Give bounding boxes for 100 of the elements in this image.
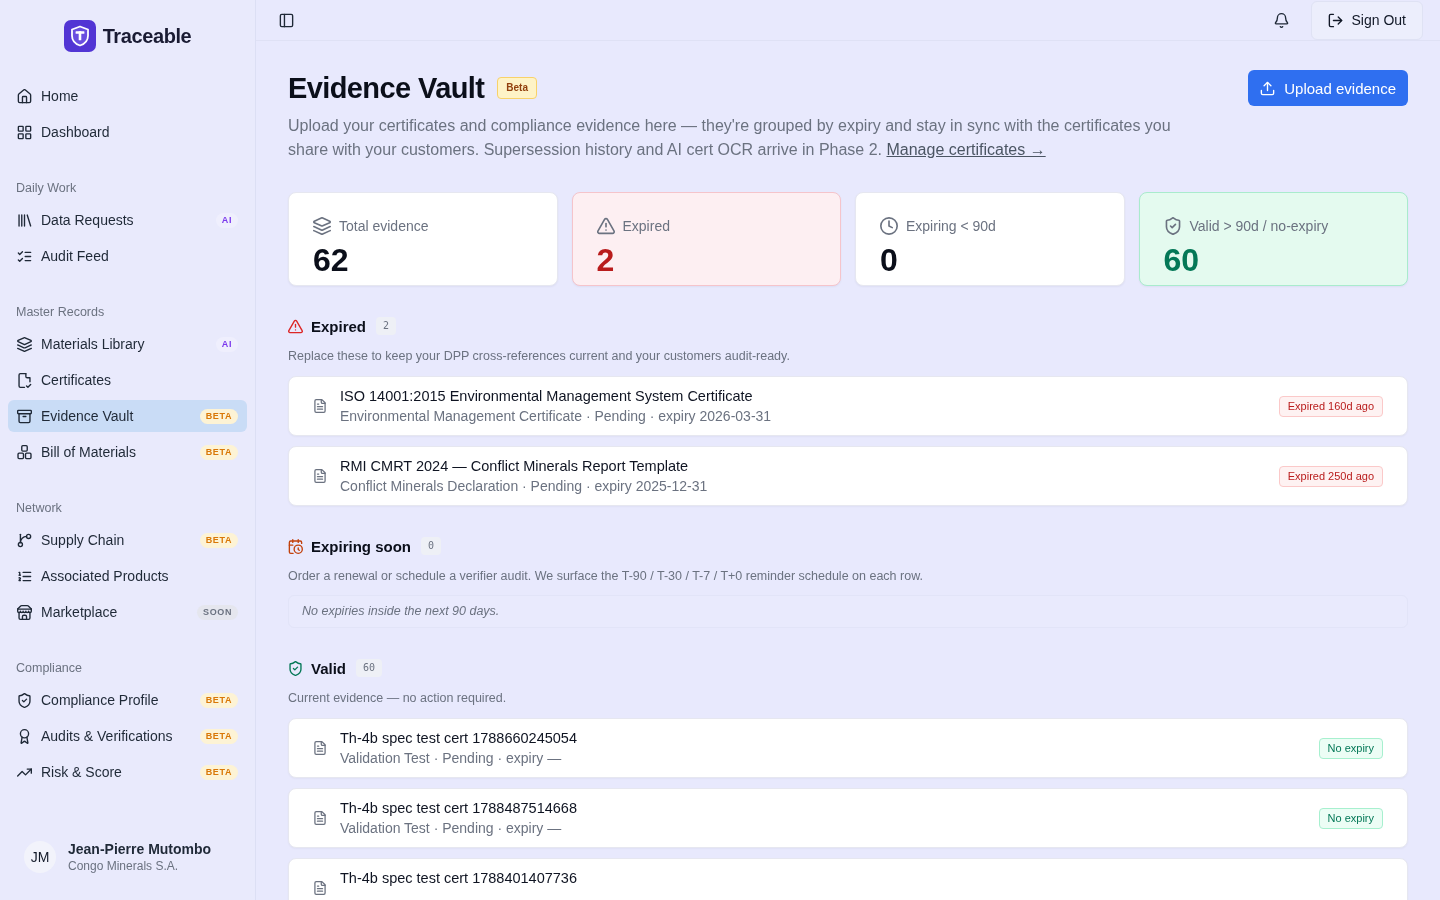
document-icon <box>313 741 327 755</box>
evidence-title: Th-4b spec test cert 1788401407736 <box>340 869 578 888</box>
branch-icon <box>17 532 32 548</box>
checklist-icon <box>17 248 32 264</box>
nav-section-label: Network <box>15 500 63 516</box>
beta-badge: Beta <box>497 77 537 99</box>
beta-badge: BETA <box>199 444 238 460</box>
nav-item[interactable]: Bill of Materials BETA <box>8 436 247 468</box>
upload-evidence-button[interactable]: Upload evidence <box>1248 70 1408 106</box>
ai-badge: AI <box>215 336 238 352</box>
nav-item[interactable]: Associated Products <box>8 560 247 592</box>
section-title: Expiring soon <box>311 537 411 555</box>
shield-logo-icon <box>63 20 96 52</box>
section-description: Order a renewal or schedule a verifier audit. We surface the T-90 / T-30 / T-7 / T+0 reminder schedule on each row. <box>288 568 924 585</box>
books-icon <box>17 212 32 228</box>
nav-item[interactable]: Evidence Vault BETA <box>8 400 247 432</box>
page-description: Upload your certificates and compliance evidence here — they're grouped by expiry and stay in sync with the certificates you share with your customers. Supersession history and AI cert OCR arrive in Phase 2. Manage certificates → <box>288 116 1172 160</box>
evidence-details: Validation Test · Pending · expiry — <box>340 819 563 838</box>
shield-check-icon <box>17 692 32 708</box>
evidence-details: Validation Test · Pending · expiry — <box>340 749 563 768</box>
nav-item[interactable]: Marketplace SOON <box>8 596 247 628</box>
nav-section-label: Daily Work <box>15 180 78 196</box>
user-avatar: JM <box>24 841 56 873</box>
document-icon <box>313 469 327 483</box>
section-description: Replace these to keep your DPP cross-references current and your customers audit-ready. <box>288 348 791 365</box>
nav-item[interactable]: Compliance Profile BETA <box>8 684 247 716</box>
sign-out-button[interactable]: Sign Out <box>1310 0 1423 40</box>
section-description: Current evidence — no action required. <box>288 690 508 707</box>
beta-badge: BETA <box>199 532 238 548</box>
section-title: Valid <box>311 659 347 677</box>
section-title: Expired <box>311 317 367 335</box>
stat-value: 0 <box>880 244 899 276</box>
bell-icon <box>1273 12 1289 28</box>
nav-item[interactable]: Risk & Score BETA <box>8 756 247 788</box>
nav-item[interactable]: Audits & Verifications BETA <box>8 720 247 752</box>
ribbon-icon <box>17 728 32 744</box>
stat-label: Expired <box>622 218 670 234</box>
document-icon <box>313 811 327 825</box>
nav-item[interactable]: Materials Library AI <box>8 328 247 360</box>
store-icon <box>17 604 32 620</box>
page-title: Evidence Vault <box>288 71 485 106</box>
layers-icon <box>17 336 32 352</box>
document-icon <box>17 372 32 388</box>
layers-icon <box>313 217 331 235</box>
archive-box-icon <box>17 408 32 424</box>
upload-icon <box>1260 80 1276 96</box>
status-badge: No expiry <box>1318 737 1383 759</box>
nav-section-label: Master Records <box>15 304 106 320</box>
stat-label: Valid > 90d / no-expiry <box>1189 218 1329 234</box>
clock-icon <box>880 217 898 235</box>
sign-out-icon <box>1327 12 1343 28</box>
document-icon <box>313 399 327 413</box>
evidence-details: Conflict Minerals Declaration · Pending · expiry 2025-12-31 <box>340 477 709 496</box>
warning-icon <box>288 318 303 334</box>
count-badge: 60 <box>356 659 383 677</box>
home-icon <box>17 88 32 104</box>
nav-item[interactable]: Certificates <box>8 364 247 396</box>
beta-badge: BETA <box>199 764 238 780</box>
organization-name: Congo Minerals S.A. <box>68 858 180 874</box>
warning-icon <box>596 217 615 235</box>
nav-item[interactable]: Home <box>8 80 247 112</box>
evidence-title: RMI CMRT 2024 — Conflict Minerals Report Template <box>340 457 690 476</box>
stat-label: Expiring < 90d <box>906 218 996 234</box>
stat-value: 62 <box>313 244 350 276</box>
evidence-title: Th-4b spec test cert 1788487514668 <box>340 799 578 818</box>
stat-value: 60 <box>1163 244 1201 276</box>
evidence-row[interactable]: Th-4b spec test cert 1788487514668 Validation Test · Pending · expiry — No expiry <box>288 788 1408 848</box>
ai-badge: AI <box>215 212 238 228</box>
manage-certificates-link[interactable]: Manage certificates → <box>886 141 1046 158</box>
user-name: Jean-Pierre Mutombo <box>68 840 212 858</box>
soon-badge: SOON <box>197 604 238 620</box>
calendar-clock-icon <box>288 538 303 554</box>
evidence-row[interactable]: ISO 14001:2015 Environmental Management System Certificate Environmental Management Certificate · Pending · expiry 2026-03-31 Expired 160d ago <box>288 376 1408 436</box>
nav-section-label: Compliance <box>15 660 83 676</box>
evidence-details: Environmental Management Certificate · Pending · expiry 2026-03-31 <box>340 407 773 426</box>
nav-item[interactable]: Dashboard <box>8 116 247 148</box>
evidence-row[interactable]: Th-4b spec test cert 1788401407736 <box>288 858 1408 900</box>
document-icon <box>313 881 327 895</box>
beta-badge: BETA <box>199 408 238 424</box>
empty-state-message: No expiries inside the next 90 days. <box>288 595 1408 628</box>
status-badge: Expired 160d ago <box>1278 395 1383 417</box>
status-badge: Expired 250d ago <box>1278 465 1383 487</box>
evidence-title: Th-4b spec test cert 1788660245054 <box>340 729 578 748</box>
beta-badge: BETA <box>199 728 238 744</box>
status-badge: No expiry <box>1318 807 1383 829</box>
nav-item[interactable]: Supply Chain BETA <box>8 524 247 556</box>
shield-check-icon <box>288 660 303 676</box>
beta-badge: BETA <box>199 692 238 708</box>
shield-check-icon <box>1163 217 1182 235</box>
stat-value: 2 <box>596 244 616 276</box>
count-badge: 0 <box>421 537 442 555</box>
evidence-row[interactable]: RMI CMRT 2024 — Conflict Minerals Report Template Conflict Minerals Declaration · Pending · expiry 2025-12-31 Expired 250d ago <box>288 446 1408 506</box>
brand-name: Traceable <box>102 24 192 48</box>
grid-icon <box>17 124 32 140</box>
evidence-title: ISO 14001:2015 Environmental Management System Certificate <box>340 387 754 406</box>
count-badge: 2 <box>376 317 397 335</box>
boxes-icon <box>17 444 32 460</box>
nav-item[interactable]: Audit Feed <box>8 240 247 272</box>
evidence-row[interactable]: Th-4b spec test cert 1788660245054 Validation Test · Pending · expiry — No expiry <box>288 718 1408 778</box>
nav-item[interactable]: Data Requests AI <box>8 204 247 236</box>
